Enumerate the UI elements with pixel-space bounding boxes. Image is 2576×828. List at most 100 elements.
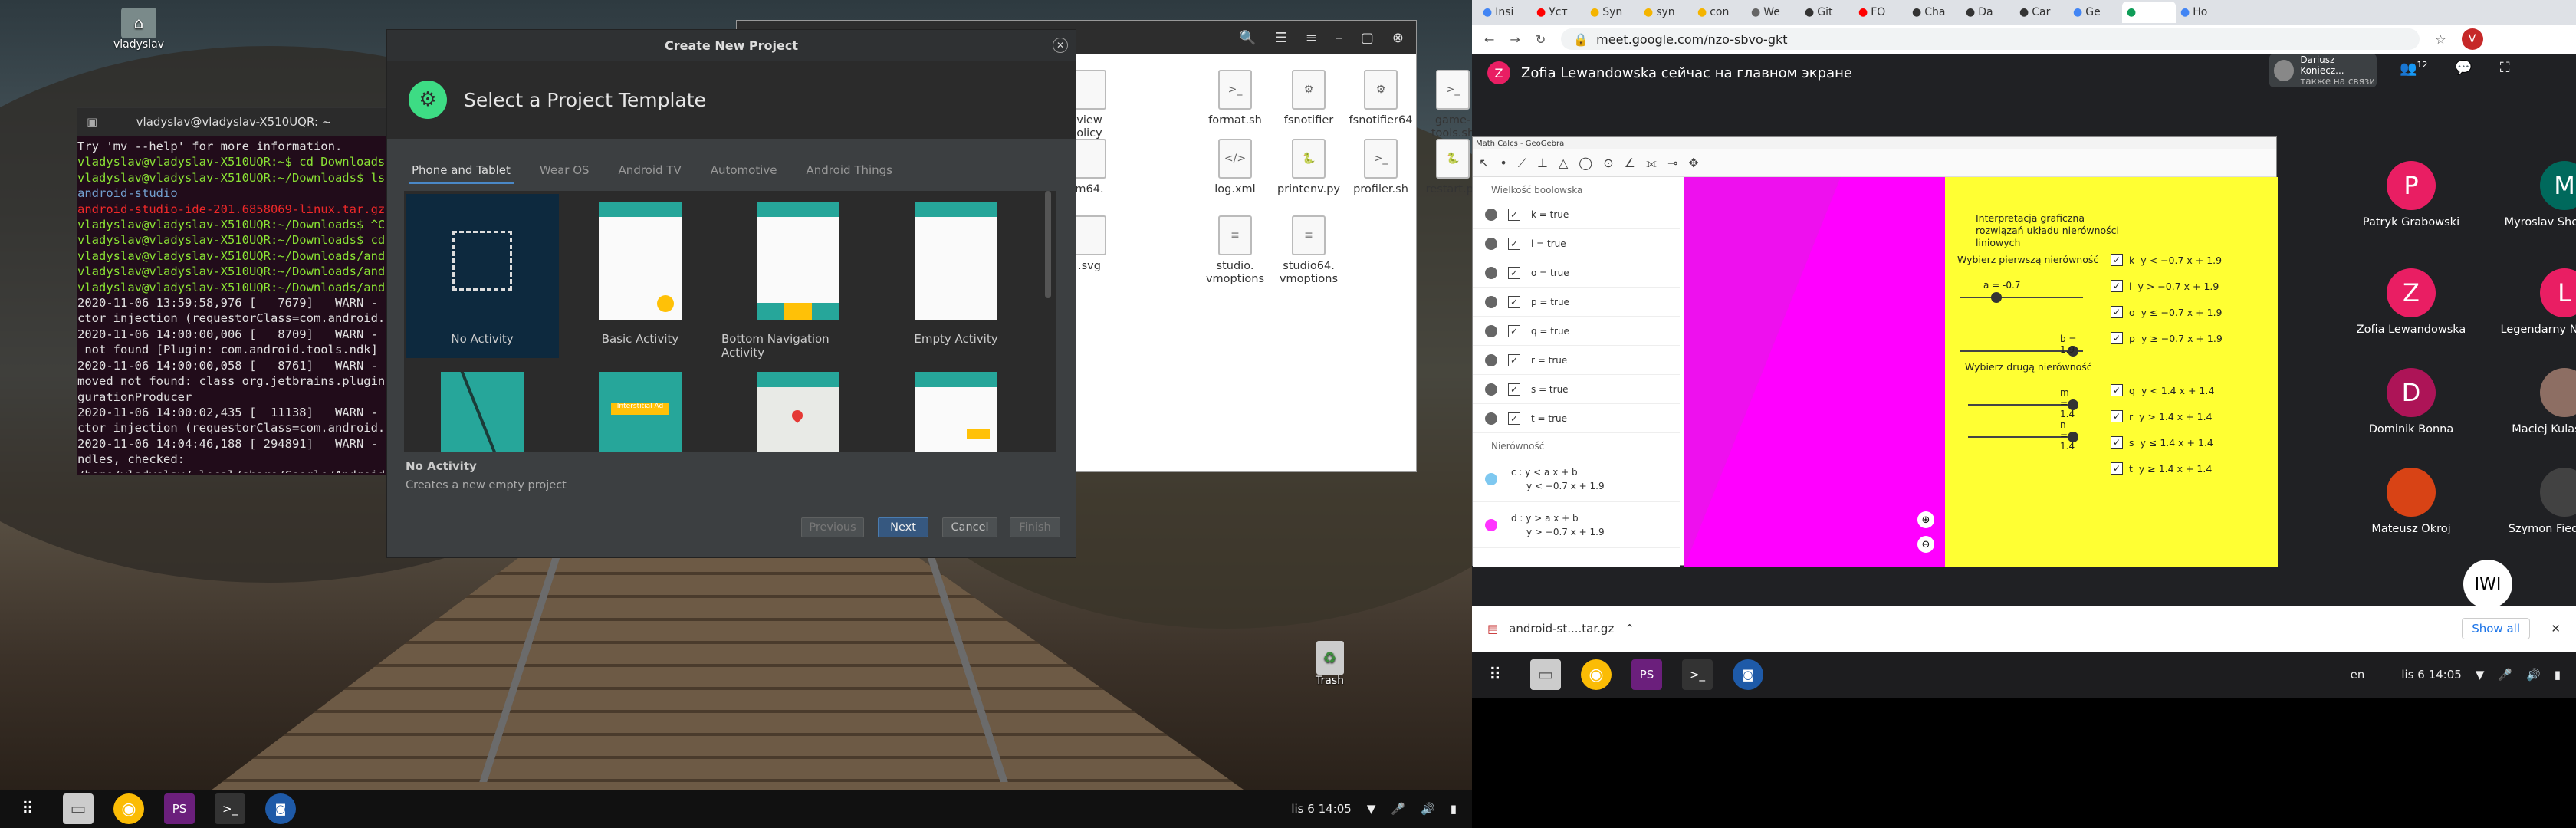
- volume-icon[interactable]: 🔊: [2526, 668, 2541, 682]
- browser-tab[interactable]: ● Уст: [1532, 2, 1585, 23]
- address-bar[interactable]: 🔒 meet.google.com/nzo-sbvo-gkt: [1561, 28, 2420, 50]
- clock[interactable]: lis 6 14:05: [2401, 668, 2461, 682]
- inequality-checkbox-row[interactable]: ✓ s y ≤ 1.4 x + 1.4: [2111, 436, 2213, 449]
- file-item[interactable]: >_ game- tools.sh: [1414, 70, 1472, 140]
- browser-tab[interactable]: ● syn: [1639, 2, 1693, 23]
- tab-automotive[interactable]: Automotive: [708, 159, 780, 184]
- next-button[interactable]: Next: [878, 518, 928, 537]
- files-app-icon[interactable]: ▭: [63, 794, 94, 824]
- inequality-checkbox-row[interactable]: ✓ r y > 1.4 x + 1.4: [2111, 410, 2213, 422]
- checkbox-icon[interactable]: ✓: [2111, 436, 2123, 449]
- tab-wear-os[interactable]: Wear OS: [537, 159, 593, 184]
- browser-tab[interactable]: ● Syn: [1585, 2, 1639, 23]
- app-grid-icon[interactable]: ⠿: [12, 794, 43, 824]
- browser-tab[interactable]: ● Insi: [1478, 2, 1532, 23]
- file-item[interactable]: >_ format.sh: [1197, 70, 1273, 127]
- terminal-app-icon[interactable]: >_: [1682, 659, 1713, 690]
- inequality-checkbox-row[interactable]: ✓ l y > −0.7 x + 1.9: [2111, 280, 2219, 292]
- browser-tab[interactable]: ● We: [1746, 2, 1800, 23]
- file-item[interactable]: 🐍 restart.py: [1414, 139, 1472, 196]
- zoom-in-icon[interactable]: ⊕: [1917, 511, 1934, 528]
- template-no-activity[interactable]: No Activity: [406, 194, 559, 358]
- cancel-button[interactable]: Cancel: [942, 518, 997, 537]
- app-grid-icon[interactable]: ⠿: [1480, 659, 1510, 690]
- visibility-toggle-icon[interactable]: [1485, 237, 1497, 250]
- network-icon[interactable]: ▼: [2476, 668, 2485, 682]
- menu-icon[interactable]: ≡: [1306, 30, 1317, 46]
- circle-tool-icon[interactable]: ◯: [1579, 156, 1592, 170]
- checkbox-icon[interactable]: ✓: [1508, 383, 1520, 396]
- show-all-button[interactable]: Show all: [2462, 618, 2530, 639]
- angle-tool-icon[interactable]: ∠: [1625, 156, 1635, 170]
- previous-button[interactable]: Previous: [801, 518, 864, 537]
- checkbox-icon[interactable]: ✓: [2111, 254, 2123, 266]
- microphone-icon[interactable]: 🎤: [1391, 802, 1405, 816]
- visibility-toggle-icon[interactable]: [1485, 412, 1497, 425]
- boolean-row[interactable]: ✓ t = true: [1473, 404, 1680, 433]
- polygon-tool-icon[interactable]: △: [1559, 156, 1568, 170]
- download-filename[interactable]: android-st....tar.gz: [1509, 622, 1614, 636]
- slider-b[interactable]: b = 1.9: [1960, 334, 2083, 356]
- inequality-checkbox-row[interactable]: ✓ k y < −0.7 x + 1.9: [2111, 254, 2222, 266]
- template-scrollbar[interactable]: [1045, 191, 1051, 298]
- battery-icon[interactable]: ▮: [1451, 802, 1457, 816]
- tab-android-things[interactable]: Android Things: [803, 159, 895, 184]
- browser-tab[interactable]: ●: [2122, 2, 2176, 23]
- chat-icon[interactable]: 💬: [2455, 60, 2472, 77]
- back-icon[interactable]: ←: [1484, 32, 1494, 47]
- checkbox-icon[interactable]: ✓: [1508, 237, 1520, 250]
- checkbox-icon[interactable]: ✓: [2111, 332, 2123, 344]
- close-icon[interactable]: ⊗: [1392, 30, 1404, 46]
- browser-tab[interactable]: ● con: [1693, 2, 1746, 23]
- boolean-row[interactable]: ✓ q = true: [1473, 317, 1680, 346]
- participants-icon[interactable]: 👥12: [2400, 60, 2427, 77]
- meet-app-icon[interactable]: ◙: [265, 794, 296, 824]
- boolean-row[interactable]: ✓ p = true: [1473, 288, 1680, 317]
- checkbox-icon[interactable]: ✓: [1508, 266, 1520, 279]
- file-item[interactable]: >_ profiler.sh: [1342, 139, 1419, 196]
- reload-icon[interactable]: ↻: [1536, 32, 1546, 47]
- file-item[interactable]: 🐍 printenv.py: [1270, 139, 1347, 196]
- checkbox-icon[interactable]: ✓: [1508, 353, 1520, 366]
- chevron-up-icon[interactable]: ⌃: [1625, 622, 1635, 636]
- desktop-icon-home[interactable]: ⌂ vladyslav: [113, 8, 164, 51]
- browser-tab[interactable]: ● FO: [1854, 2, 1907, 23]
- inequality-checkbox-row[interactable]: ✓ t y ≥ 1.4 x + 1.4: [2111, 462, 2212, 475]
- inequality-checkbox-row[interactable]: ✓ o y ≤ −0.7 x + 1.9: [2111, 306, 2223, 318]
- phpstorm-app-icon[interactable]: PS: [1631, 659, 1662, 690]
- meet-app-icon[interactable]: ◙: [1733, 659, 1763, 690]
- microphone-icon[interactable]: 🎤: [2498, 668, 2512, 682]
- clock[interactable]: lis 6 14:05: [1291, 802, 1351, 816]
- boolean-row[interactable]: ✓ s = true: [1473, 375, 1680, 404]
- inequality-row[interactable]: d : y > a x + b y > −0.7 x + 1.9: [1473, 502, 1680, 548]
- file-item[interactable]: ≡ studio. vmoptions: [1197, 215, 1273, 286]
- tab-android-tv[interactable]: Android TV: [616, 159, 685, 184]
- template-basic-activity[interactable]: Basic Activity: [564, 202, 717, 346]
- finish-button[interactable]: Finish: [1010, 518, 1060, 537]
- file-item[interactable]: ⚙ fsnotifier: [1270, 70, 1347, 127]
- desktop-icon-trash[interactable]: ♻ Trash: [1316, 641, 1344, 687]
- move-tool-icon[interactable]: ↖: [1479, 156, 1489, 170]
- checkbox-icon[interactable]: ✓: [2111, 384, 2123, 396]
- activities-icon[interactable]: ⛶: [2500, 60, 2510, 77]
- checkbox-icon[interactable]: ✓: [1508, 208, 1520, 221]
- visibility-toggle-icon[interactable]: [1485, 518, 1497, 531]
- browser-tab[interactable]: ● Ho: [2176, 2, 2229, 23]
- star-icon[interactable]: ☆: [2435, 32, 2446, 47]
- ellipse-tool-icon[interactable]: ⊙: [1603, 156, 1613, 170]
- keyboard-language[interactable]: en: [2351, 668, 2365, 682]
- file-item[interactable]: </> log.xml: [1197, 139, 1273, 196]
- template-interstitial-ad[interactable]: Interstitial Ad: [564, 372, 717, 452]
- browser-tab[interactable]: ● Cha: [1907, 2, 1961, 23]
- boolean-row[interactable]: ✓ k = true: [1473, 200, 1680, 229]
- browser-tab[interactable]: ● Ge: [2068, 2, 2122, 23]
- checkbox-icon[interactable]: ✓: [2111, 462, 2123, 475]
- checkbox-icon[interactable]: ✓: [1508, 295, 1520, 308]
- boolean-row[interactable]: ✓ r = true: [1473, 346, 1680, 375]
- terminal-window[interactable]: ▣ vladyslav@vladyslav-X510UQR: ~ Try 'mv…: [77, 107, 391, 475]
- participant-tile[interactable]: L Legendarny Ninja Ma...: [2469, 268, 2576, 336]
- line-tool-icon[interactable]: ⟋: [1518, 156, 1526, 171]
- participant-tile[interactable]: M Myroslav Shemanskyi: [2469, 161, 2576, 228]
- browser-tab[interactable]: ● Car: [2015, 2, 2068, 23]
- participant-tile[interactable]: Szymon Fiedorowicz: [2469, 468, 2576, 535]
